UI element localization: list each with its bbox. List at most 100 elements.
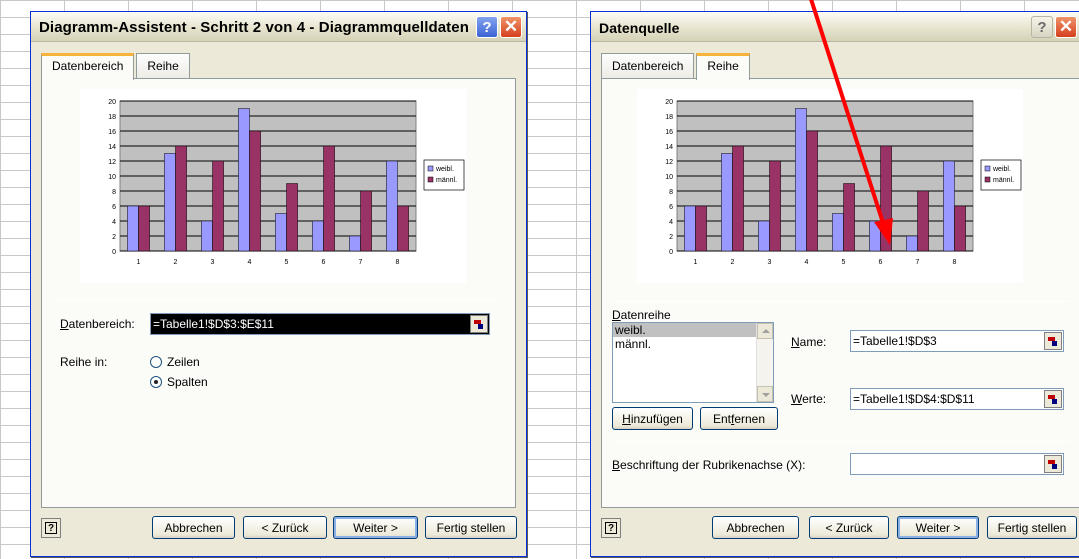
title-bar[interactable]: Datenquelle ? ✕ — [591, 12, 1079, 42]
y-tick-label: 12 — [108, 159, 116, 166]
y-tick-label: 6 — [669, 204, 673, 211]
y-tick-label: 16 — [108, 129, 116, 136]
y-tick-label: 20 — [108, 99, 116, 106]
bar — [275, 213, 287, 252]
tab-datenbereich[interactable]: Datenbereich — [41, 53, 135, 80]
bar-chart: 024681012141618201 2 3 4 5 6 7 8weibl.männl. — [665, 99, 1022, 266]
series-in-label: Reihe in: — [60, 355, 108, 369]
x-tick-label: 2 — [174, 259, 178, 266]
series-listbox[interactable]: weibl. männl. — [612, 322, 774, 403]
help-question-icon: ? — [45, 522, 57, 534]
y-tick-label: 4 — [669, 219, 673, 226]
tab-panel: 0 2 4 6 8 10 12 14 16 18 20 1 2 3 4 5 6 7 8 weibl. männl. Da… — [601, 78, 1079, 508]
finish-button[interactable]: Fertig stellen — [425, 516, 517, 539]
cancel-button[interactable]: Abbrechen — [152, 516, 235, 539]
bar — [201, 220, 213, 252]
separator — [612, 441, 1069, 442]
bar — [695, 205, 707, 252]
bar — [843, 183, 855, 252]
x-tick-label: 8 — [396, 259, 400, 266]
values-value: =Tabelle1!$D$4:$D$11 — [853, 392, 975, 406]
tab-reihe[interactable]: Reihe — [136, 53, 190, 79]
y-tick-label: 16 — [665, 129, 673, 136]
legend-label: männl. — [436, 177, 457, 184]
name-input[interactable]: =Tabelle1!$D$3 — [850, 330, 1064, 352]
help-question-icon: ? — [605, 522, 617, 534]
radio-columns[interactable]: Spalten — [150, 375, 208, 389]
y-tick-label: 12 — [665, 159, 673, 166]
bar — [138, 205, 150, 252]
bar — [312, 220, 324, 252]
legend-label: weibl. — [992, 166, 1011, 173]
dialog-title: Datenquelle — [599, 20, 680, 36]
x-tick-label: 8 — [953, 259, 957, 266]
y-tick-label: 4 — [112, 219, 116, 226]
radio-rows-label: Zeilen — [167, 355, 200, 369]
legend-swatch — [984, 176, 991, 183]
next-button[interactable]: Weiter > — [333, 516, 418, 539]
office-assistant-help-button[interactable]: ? — [601, 518, 621, 538]
bar — [732, 145, 744, 252]
tab-datenbereich[interactable]: Datenbereich — [601, 53, 695, 79]
tab-strip: Datenbereich Reihe — [41, 53, 192, 80]
dialog-title: Diagramm-Assistent - Schritt 2 von 4 - D… — [39, 19, 469, 36]
collapse-dialog-icon[interactable] — [1044, 332, 1062, 350]
scroll-down-icon[interactable] — [757, 386, 773, 402]
range-label: Datenbereich: — [60, 317, 135, 331]
separator — [56, 299, 501, 300]
close-icon[interactable]: ✕ — [1055, 16, 1077, 38]
bar — [386, 160, 398, 252]
y-tick-label: 14 — [108, 144, 116, 151]
collapse-dialog-icon[interactable] — [470, 315, 488, 333]
y-tick-label: 2 — [669, 234, 673, 241]
bar — [806, 130, 818, 252]
radio-rows[interactable]: Zeilen — [150, 355, 200, 369]
y-tick-label: 14 — [665, 144, 673, 151]
finish-button[interactable]: Fertig stellen — [987, 516, 1077, 539]
separator — [612, 301, 1069, 302]
tab-reihe[interactable]: Reihe — [696, 53, 750, 80]
bar — [795, 108, 807, 252]
radio-columns-icon — [150, 376, 162, 388]
office-assistant-help-button[interactable]: ? — [41, 518, 61, 538]
legend-label: weibl. — [435, 166, 454, 173]
collapse-dialog-icon[interactable] — [1044, 390, 1062, 408]
x-tick-label: 6 — [322, 259, 326, 266]
add-series-button[interactable]: Hinzufügen — [612, 407, 693, 430]
list-item[interactable]: weibl. — [613, 323, 773, 337]
series-list-label: Datenreihe — [612, 308, 671, 322]
bar — [917, 190, 929, 252]
close-icon[interactable]: ✕ — [500, 16, 522, 38]
list-scrollbar[interactable] — [756, 323, 773, 402]
bar — [758, 220, 770, 252]
next-button[interactable]: Weiter > — [897, 516, 979, 539]
range-input[interactable]: =Tabelle1!$D$3:$E$11 — [150, 313, 490, 335]
scroll-up-icon[interactable] — [757, 323, 773, 339]
bar — [212, 160, 224, 252]
radio-rows-icon — [150, 356, 162, 368]
legend-label: männl. — [993, 177, 1014, 184]
x-tick-label: 3 — [768, 259, 772, 266]
x-tick-label: 1 — [137, 259, 141, 266]
title-bar[interactable]: Diagramm-Assistent - Schritt 2 von 4 - D… — [31, 12, 526, 42]
remove-series-button[interactable]: Ent f ernen — [700, 407, 778, 430]
data-source-dialog: Datenquelle ? ✕ Datenbereich Reihe 0 2 4 6 8… — [590, 11, 1079, 557]
bar — [249, 130, 261, 252]
list-item[interactable]: männl. — [613, 337, 773, 351]
y-tick-label: 0 — [669, 249, 673, 256]
collapse-dialog-icon[interactable] — [1044, 455, 1062, 473]
back-button[interactable]: < Zurück — [809, 516, 889, 539]
cancel-button[interactable]: Abbrechen — [712, 516, 799, 539]
help-icon[interactable]: ? — [476, 16, 498, 38]
values-input[interactable]: =Tabelle1!$D$4:$D$11 — [850, 388, 1064, 410]
legend-swatch — [427, 165, 434, 172]
category-axis-label: Beschriftung der Rubrikenachse (X): — [612, 458, 806, 472]
radio-columns-label: Spalten — [167, 375, 208, 389]
help-icon[interactable]: ? — [1031, 16, 1053, 38]
category-axis-input[interactable] — [850, 453, 1064, 475]
back-button[interactable]: < Zurück — [243, 516, 327, 539]
bar — [684, 205, 696, 252]
y-tick-label: 2 — [112, 234, 116, 241]
bar — [349, 235, 361, 252]
bar — [721, 153, 733, 252]
